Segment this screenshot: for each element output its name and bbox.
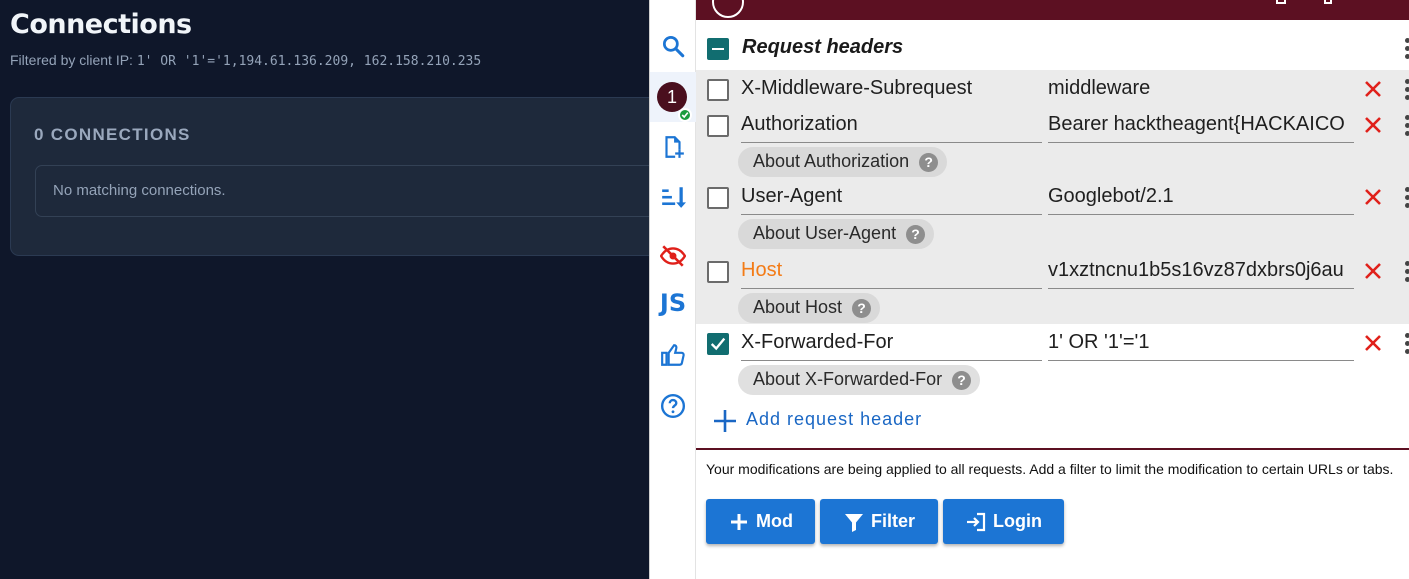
page-title: Connections	[10, 9, 192, 40]
help-icon: ?	[919, 153, 939, 172]
toolbar-icon[interactable]	[1324, 0, 1332, 4]
filter-icon	[844, 513, 863, 532]
header-row: Host v1xztncnu1b5s16vz87dxbrs0j6au About…	[696, 250, 1409, 324]
header-name-input[interactable]: Authorization	[741, 112, 1042, 143]
more-vert-icon[interactable]	[1405, 79, 1409, 101]
more-vert-icon[interactable]	[1405, 115, 1409, 137]
header-value-input[interactable]: middleware	[1048, 76, 1354, 107]
delete-icon[interactable]	[1363, 115, 1383, 135]
check-icon	[678, 108, 692, 122]
connections-count: 0 CONNECTIONS	[34, 125, 191, 144]
add-mod-button[interactable]: Mod	[706, 499, 815, 544]
more-vert-icon[interactable]	[1405, 261, 1409, 283]
filter-value: 1' OR '1'='1,194.61.136.209, 162.158.210…	[136, 54, 482, 69]
connections-card: 0 CONNECTIONS No matching connections.	[10, 97, 675, 256]
help-icon: ?	[852, 299, 872, 318]
header-row: X-Forwarded-For 1' OR '1'='1 About X-For…	[696, 324, 1409, 396]
filter-notice: Your modifications are being applied to …	[706, 461, 1394, 477]
section-title: Request headers	[742, 36, 904, 58]
header-checkbox[interactable]	[707, 115, 729, 137]
section-divider	[696, 448, 1409, 450]
help-icon[interactable]	[658, 391, 688, 421]
check-icon	[710, 337, 726, 351]
header-checkbox[interactable]	[707, 187, 729, 209]
plus-icon	[731, 513, 747, 530]
header-row: User-Agent Googlebot/2.1 About User-Agen…	[696, 178, 1409, 250]
search-icon[interactable]	[658, 31, 688, 61]
section-toggle-checkbox[interactable]	[707, 38, 729, 60]
about-chip[interactable]: About X-Forwarded-For?	[738, 365, 981, 395]
plus-icon	[714, 410, 736, 432]
empty-state-message: No matching connections.	[35, 165, 675, 217]
more-vert-icon[interactable]	[1405, 38, 1409, 60]
header-value-input[interactable]: Googlebot/2.1	[1048, 184, 1354, 215]
header-value-input[interactable]: Bearer hacktheagent{HACKAICO	[1048, 112, 1354, 143]
header-name-input[interactable]: Host	[741, 258, 1042, 289]
about-chip[interactable]: About User-Agent?	[738, 219, 935, 249]
header-checkbox[interactable]	[707, 333, 729, 355]
login-icon	[967, 512, 986, 531]
hidden-eye-icon[interactable]	[658, 241, 688, 271]
header-value-input[interactable]: v1xztncnu1b5s16vz87dxbrs0j6au	[1048, 258, 1354, 289]
profile-number: 1	[666, 86, 677, 107]
add-filter-button[interactable]: Filter	[820, 499, 938, 544]
top-bar	[696, 0, 1409, 20]
section-header: Request headers	[696, 28, 1409, 68]
login-button[interactable]: Login	[943, 499, 1064, 544]
delete-icon[interactable]	[1363, 187, 1383, 207]
connections-dashboard: Connections Filtered by client IP: 1' OR…	[0, 0, 675, 579]
header-name-input[interactable]: X-Forwarded-For	[741, 330, 1042, 361]
about-chip[interactable]: About Host?	[738, 293, 881, 323]
header-name-input[interactable]: X-Middleware-Subrequest	[741, 76, 1042, 107]
filter-label: Filtered by client IP:	[10, 52, 133, 68]
sort-icon[interactable]	[658, 182, 688, 212]
more-vert-icon[interactable]	[1405, 333, 1409, 355]
about-chip[interactable]: About Authorization?	[738, 147, 948, 177]
header-checkbox[interactable]	[707, 79, 729, 101]
add-request-header-label: Add request header	[746, 409, 923, 429]
header-name-input[interactable]: User-Agent	[741, 184, 1042, 215]
filter-description: Filtered by client IP: 1' OR '1'='1,194.…	[10, 52, 481, 69]
add-file-icon[interactable]	[658, 132, 688, 162]
help-icon: ?	[906, 225, 926, 244]
extension-panel: 1 JS Request headers X-Middleware-Subreq…	[649, 0, 1409, 579]
toolbar-icon[interactable]	[1276, 0, 1286, 4]
logo-icon	[712, 0, 744, 18]
js-icon[interactable]: JS	[658, 288, 688, 318]
delete-icon[interactable]	[1363, 333, 1383, 353]
thumbs-up-icon[interactable]	[658, 340, 688, 370]
delete-icon[interactable]	[1363, 261, 1383, 281]
header-value-input[interactable]: 1' OR '1'='1	[1048, 330, 1354, 361]
more-vert-icon[interactable]	[1405, 187, 1409, 209]
header-row: X-Middleware-Subrequest middleware	[696, 70, 1409, 107]
help-icon: ?	[952, 371, 972, 390]
sidebar-rail: 1 JS	[650, 0, 696, 579]
header-row: Authorization Bearer hacktheagent{HACKAI…	[696, 106, 1409, 178]
delete-icon[interactable]	[1363, 79, 1383, 99]
header-checkbox[interactable]	[707, 261, 729, 283]
